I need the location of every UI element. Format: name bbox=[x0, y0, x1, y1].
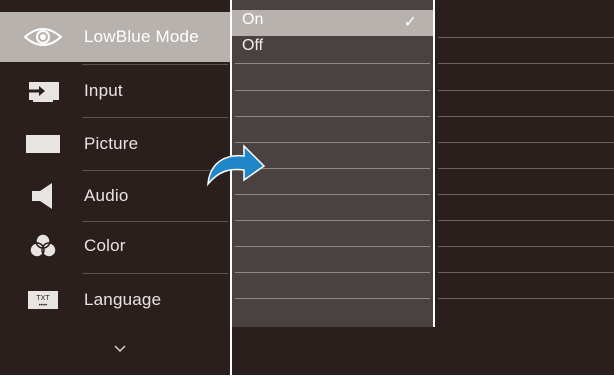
menu-item-label: Input bbox=[84, 81, 123, 100]
divider bbox=[82, 64, 228, 65]
divider bbox=[438, 220, 614, 221]
divider bbox=[235, 298, 430, 299]
menu-item-audio[interactable]: Audio bbox=[0, 171, 230, 221]
input-icon bbox=[20, 76, 66, 106]
checkmark-icon: ✓ bbox=[403, 14, 417, 31]
menu-item-color[interactable]: Color bbox=[0, 221, 230, 271]
divider bbox=[438, 246, 614, 247]
menu-item-input[interactable]: Input bbox=[0, 66, 230, 116]
main-menu: LowBlue Mode Input Picture Audio Color T… bbox=[0, 0, 230, 327]
svg-text:TXT: TXT bbox=[36, 295, 50, 302]
divider bbox=[438, 63, 614, 64]
color-icon bbox=[20, 231, 66, 261]
eye-icon bbox=[20, 22, 66, 52]
menu-item-label: Language bbox=[84, 290, 162, 309]
option-off[interactable]: Off bbox=[232, 36, 433, 62]
divider bbox=[235, 220, 430, 221]
option-label: Off bbox=[242, 37, 264, 54]
divider bbox=[438, 298, 614, 299]
option-on[interactable]: On ✓ bbox=[232, 10, 433, 36]
speaker-icon bbox=[20, 181, 66, 211]
menu-item-label: LowBlue Mode bbox=[84, 27, 199, 46]
monitor-osd: LowBlue Mode Input Picture Audio Color T… bbox=[0, 0, 614, 379]
divider bbox=[235, 63, 430, 64]
divider bbox=[438, 90, 614, 91]
menu-item-picture[interactable]: Picture bbox=[0, 119, 230, 169]
pointer-arrow-icon bbox=[207, 144, 266, 187]
divider bbox=[235, 90, 430, 91]
option-label: On bbox=[242, 11, 264, 28]
footer-bar bbox=[232, 327, 614, 375]
divider bbox=[438, 168, 614, 169]
menu-item-language[interactable]: TXT •••• Language bbox=[0, 275, 230, 325]
divider bbox=[235, 116, 430, 117]
divider bbox=[82, 273, 228, 274]
menu-item-label: Audio bbox=[84, 186, 129, 205]
menu-item-label: Picture bbox=[84, 134, 139, 153]
divider bbox=[438, 194, 614, 195]
divider bbox=[438, 37, 614, 38]
divider bbox=[235, 194, 430, 195]
divider bbox=[438, 272, 614, 273]
divider bbox=[235, 246, 430, 247]
menu-item-label: Color bbox=[84, 236, 126, 255]
svg-text:••••: •••• bbox=[39, 303, 47, 309]
chevron-down-icon[interactable] bbox=[112, 341, 128, 357]
detail-panel bbox=[435, 0, 614, 327]
divider bbox=[438, 116, 614, 117]
menu-item-lowblue-mode[interactable]: LowBlue Mode bbox=[0, 12, 230, 62]
divider bbox=[235, 272, 430, 273]
divider bbox=[82, 117, 228, 118]
picture-icon bbox=[20, 129, 66, 159]
menu-footer bbox=[0, 327, 230, 375]
divider bbox=[438, 142, 614, 143]
language-icon: TXT •••• bbox=[20, 285, 66, 315]
